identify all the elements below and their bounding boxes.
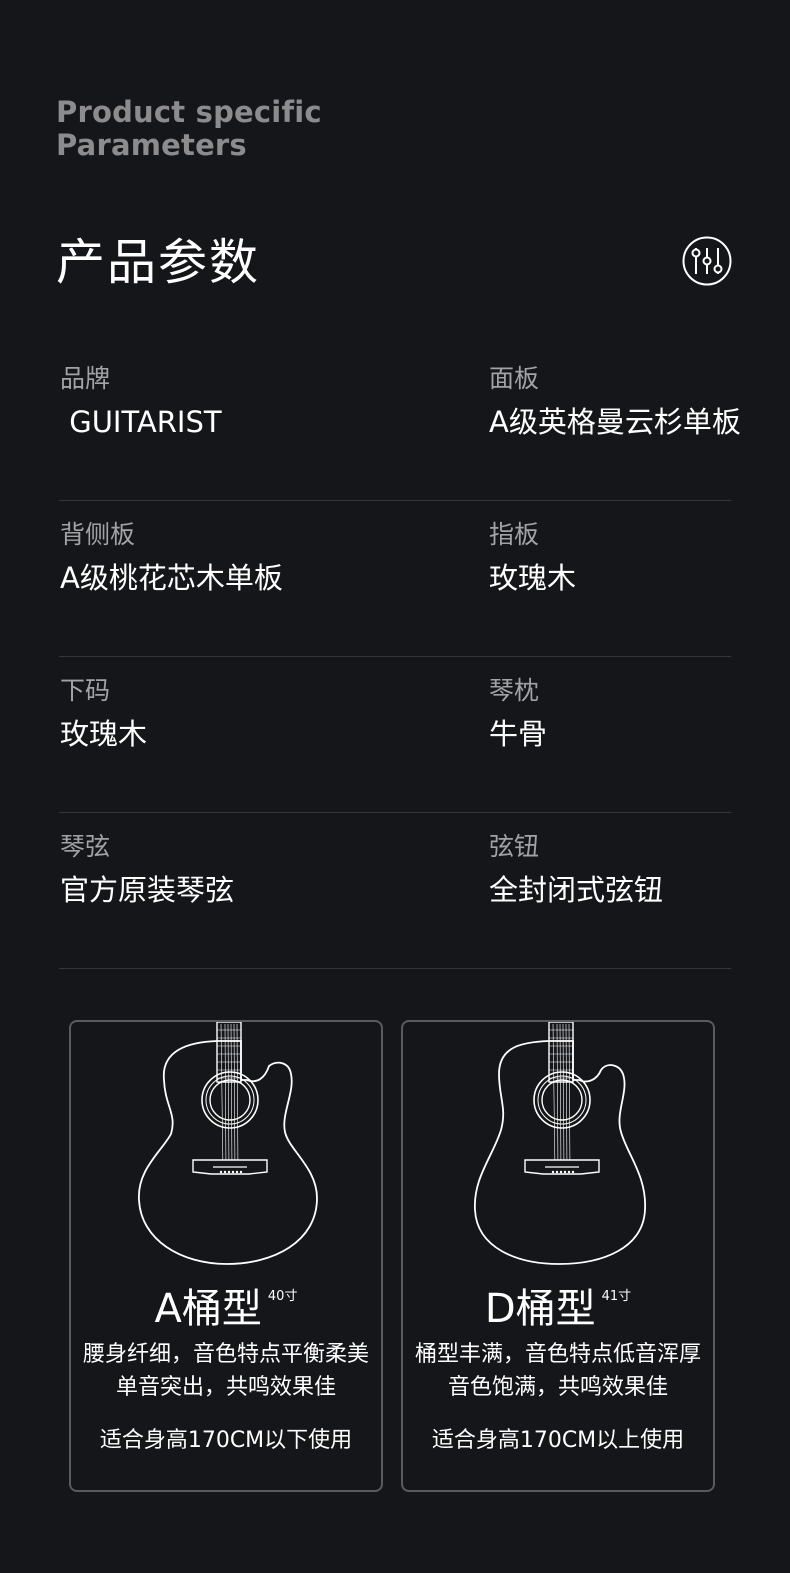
param-label: 琴弦 [60, 832, 111, 861]
param-label: 背侧板 [60, 520, 136, 549]
body-type-name: A桶型 [154, 1286, 262, 1332]
param-value: A级桃花芯木单板 [60, 561, 283, 595]
body-size: 40寸 [267, 1289, 298, 1304]
param-row: 背侧板 A级桃花芯木单板 指板 玫瑰木 [59, 501, 731, 657]
param-value: 玫瑰木 [60, 717, 148, 751]
description-line: 腰身纤细，音色特点平衡柔美 [82, 1342, 369, 1367]
section-eyebrow: Product specific Parameters [56, 96, 322, 162]
param-item: 琴枕 牛骨 [489, 675, 547, 752]
param-label: 品牌 [60, 364, 111, 393]
body-type-card-d: D桶型 41寸 桶型丰满，音色特点低音浑厚 音色饱满，共鸣效果佳 适合身高170C… [401, 1020, 715, 1492]
param-row: 琴弦 官方原装琴弦 弦钮 全封闭式弦钮 [59, 813, 731, 969]
param-label: 下码 [60, 676, 111, 705]
param-item: 面板 A级英格曼云杉单板 [489, 363, 741, 440]
sliders-icon [682, 236, 732, 286]
body-type-description: 桶型丰满，音色特点低音浑厚 音色饱满，共鸣效果佳 [403, 1338, 713, 1404]
guitar-a-body-icon [138, 1022, 318, 1265]
param-value: 全封闭式弦钮 [489, 873, 664, 907]
param-label: 指板 [489, 520, 540, 549]
eyebrow-line-1: Product specific [56, 95, 322, 129]
eyebrow-line-2: Parameters [56, 128, 247, 162]
param-value: 官方原装琴弦 [60, 873, 235, 907]
param-value: 牛骨 [489, 717, 548, 751]
parameter-table: 品牌 GUITARIST 面板 A级英格曼云杉单板 背侧板 A级桃花芯木单板 指… [59, 345, 741, 969]
param-item: 弦钮 全封闭式弦钮 [489, 831, 663, 908]
page-title: 产品参数 [56, 234, 261, 291]
guitar-d-body-icon [474, 1022, 646, 1265]
param-label: 琴枕 [489, 676, 540, 705]
description-line: 音色饱满，共鸣效果佳 [447, 1375, 668, 1400]
body-size: 41寸 [601, 1289, 632, 1304]
param-value: 玫瑰木 [489, 561, 577, 595]
param-label: 弦钮 [489, 832, 540, 861]
body-type-title: A桶型 40寸 [71, 1284, 381, 1344]
description-line: 单音突出，共鸣效果佳 [115, 1375, 336, 1400]
height-fit-note: 适合身高170CM以下使用 [99, 1428, 353, 1453]
param-row: 下码 玫瑰木 琴枕 牛骨 [59, 657, 731, 813]
body-type-card-a: A桶型 40寸 腰身纤细，音色特点平衡柔美 单音突出，共鸣效果佳 适合身高170C… [69, 1020, 383, 1492]
param-item: 品牌 GUITARIST [60, 363, 222, 440]
description-line: 桶型丰满，音色特点低音浑厚 [414, 1342, 701, 1367]
param-item: 琴弦 官方原装琴弦 [60, 831, 234, 908]
param-item: 下码 玫瑰木 [60, 675, 147, 752]
param-label: 面板 [489, 364, 540, 393]
height-fit-note: 适合身高170CM以上使用 [431, 1428, 685, 1453]
param-row: 品牌 GUITARIST 面板 A级英格曼云杉单板 [59, 345, 741, 501]
param-item: 背侧板 A级桃花芯木单板 [60, 519, 283, 596]
body-type-name: D桶型 [484, 1286, 596, 1332]
body-type-description: 腰身纤细，音色特点平衡柔美 单音突出，共鸣效果佳 [71, 1338, 381, 1404]
body-type-title: D桶型 41寸 [403, 1284, 713, 1344]
param-value: GUITARIST [60, 405, 222, 439]
param-item: 指板 玫瑰木 [489, 519, 576, 596]
param-value: A级英格曼云杉单板 [489, 405, 741, 439]
